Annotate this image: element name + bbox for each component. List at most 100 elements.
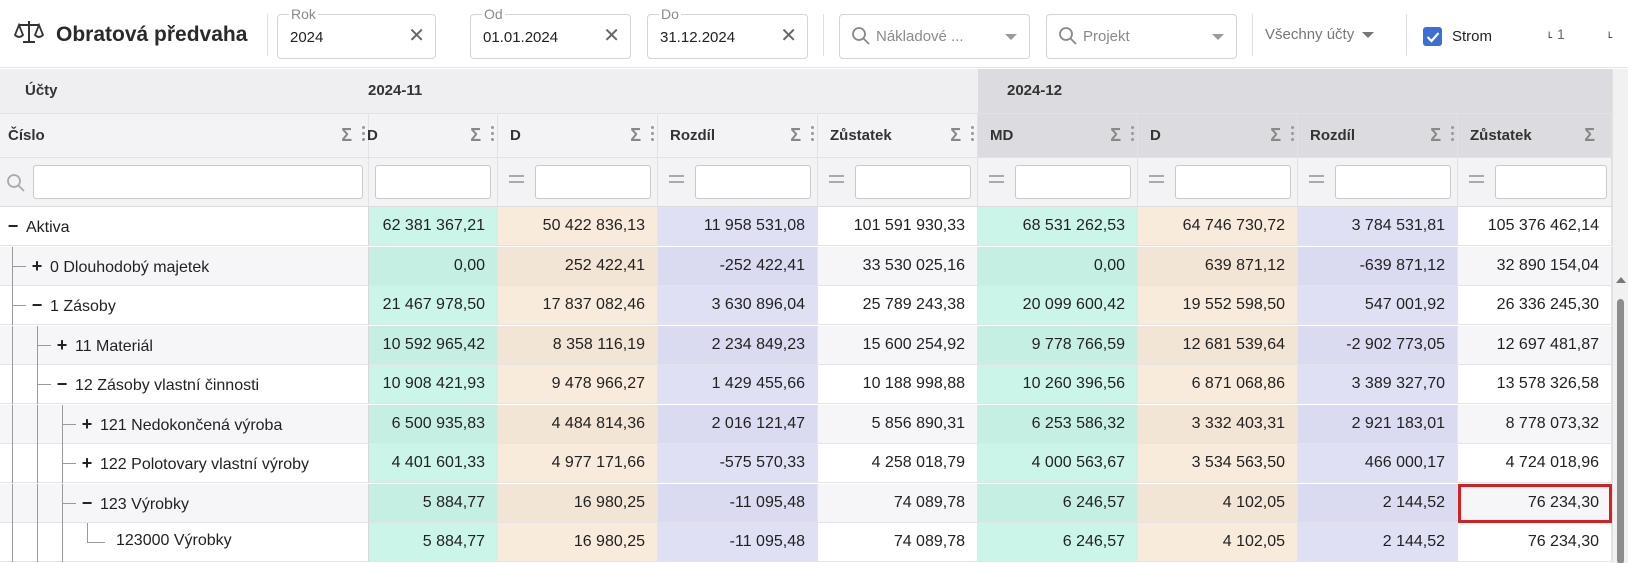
level-1-button[interactable]: ˪ 1	[1548, 25, 1565, 42]
sigma-icon[interactable]: Σ	[470, 125, 481, 146]
year-value[interactable]: 2024	[290, 29, 323, 46]
value-cell[interactable]: 12 697 481,87	[1458, 325, 1612, 365]
value-cell[interactable]: 466 000,17	[1298, 444, 1458, 483]
accounts-filter-select[interactable]: Všechny účty	[1265, 26, 1375, 43]
date-to-field[interactable]: Do 31.12.2024 ✕	[647, 6, 808, 59]
accounts-filter-value[interactable]: Všechny účty	[1265, 26, 1354, 43]
value-cell[interactable]: 12 681 539,64	[1138, 325, 1298, 365]
clear-year-icon[interactable]: ✕	[408, 26, 425, 46]
value-cell[interactable]: 6 246,57	[978, 523, 1138, 562]
value-cell[interactable]: 15 600 254,92	[818, 325, 978, 365]
date-to-value[interactable]: 31.12.2024	[660, 29, 735, 46]
value-cell[interactable]: -11 095,48	[658, 523, 818, 562]
collapse-icon[interactable]: −	[80, 493, 94, 514]
value-cell[interactable]: 6 500 935,83	[369, 404, 498, 444]
value-cell[interactable]: 3 534 563,50	[1138, 444, 1298, 483]
column-filter-input[interactable]	[1495, 165, 1607, 199]
account-filter-input[interactable]	[33, 165, 363, 199]
value-cell[interactable]: 4 258 018,79	[818, 444, 978, 483]
sigma-icon[interactable]: Σ	[1110, 125, 1121, 146]
value-cell[interactable]: 2 234 849,23	[658, 325, 818, 365]
column-filter-input[interactable]	[695, 165, 811, 199]
drag-handle-icon[interactable]	[1291, 126, 1295, 144]
drag-handle-icon[interactable]	[362, 126, 366, 144]
table-row[interactable]: +0 Dlouhodobý majetek 0,00 252 422,41 -252 …	[0, 246, 1612, 286]
value-cell[interactable]: 32 890 154,04	[1458, 246, 1612, 286]
value-cell[interactable]: -252 422,41	[658, 246, 818, 286]
expand-icon[interactable]: +	[80, 414, 94, 435]
value-cell[interactable]: 3 784 531,81	[1298, 207, 1458, 246]
value-cell[interactable]: 10 260 396,56	[978, 365, 1138, 404]
value-cell[interactable]: 2 144,52	[1298, 483, 1458, 523]
column-filter-input[interactable]	[1175, 165, 1291, 199]
column-header[interactable]: Zůstatek Σ	[818, 114, 978, 158]
value-cell[interactable]: 33 530 025,16	[818, 246, 978, 286]
value-cell[interactable]: 4 000 563,67	[978, 444, 1138, 483]
value-cell[interactable]: 3 332 403,31	[1138, 404, 1298, 444]
collapse-icon[interactable]: −	[30, 295, 44, 316]
column-header[interactable]: Zůstatek Σ	[1458, 114, 1612, 158]
column-header[interactable]: MD Σ	[978, 114, 1138, 158]
scroll-up-icon[interactable]	[1616, 277, 1626, 283]
project-select[interactable]: Projekt	[1046, 14, 1237, 59]
value-cell[interactable]: 3 630 896,04	[658, 286, 818, 325]
level-2-button[interactable]: ˪	[1608, 25, 1613, 42]
column-header[interactable]: D Σ	[498, 114, 658, 158]
value-cell[interactable]: 639 871,12	[1138, 246, 1298, 286]
value-cell[interactable]: 25 789 243,38	[818, 286, 978, 325]
value-cell[interactable]: 76 234,30	[1458, 523, 1612, 562]
equals-icon[interactable]	[1149, 175, 1164, 187]
value-cell[interactable]: 0,00	[369, 246, 498, 286]
value-cell[interactable]: 10 592 965,42	[369, 325, 498, 365]
value-cell[interactable]: 8 358 116,19	[498, 325, 658, 365]
value-cell[interactable]: 4 724 018,96	[1458, 444, 1612, 483]
collapse-icon[interactable]: −	[6, 216, 20, 237]
chevron-down-icon[interactable]	[1212, 34, 1224, 40]
drag-handle-icon[interactable]	[1131, 126, 1135, 144]
column-filter-input[interactable]	[1015, 165, 1131, 199]
table-row[interactable]: −1 Zásoby 21 467 978,50 17 837 082,46 3 630…	[0, 286, 1612, 325]
vertical-scrollbar[interactable]	[1617, 299, 1624, 563]
equals-icon[interactable]	[989, 175, 1004, 187]
column-header[interactable]: Číslo Σ	[0, 114, 369, 158]
sigma-icon[interactable]: Σ	[1430, 125, 1441, 146]
table-row[interactable]: −12 Zásoby vlastní činnosti 10 908 421,93…	[0, 365, 1612, 404]
account-name-cell[interactable]: +121 Nedokončená výroba	[0, 404, 369, 444]
value-cell[interactable]: 2 016 121,47	[658, 404, 818, 444]
value-cell[interactable]: 17 837 082,46	[498, 286, 658, 325]
value-cell[interactable]: 6 253 586,32	[978, 404, 1138, 444]
account-name-cell[interactable]: +122 Polotovary vlastní výroby	[0, 444, 369, 483]
value-cell[interactable]: 4 401 601,33	[369, 444, 498, 483]
drag-handle-icon[interactable]	[811, 126, 815, 144]
selected-value-cell[interactable]: 76 234,30	[1458, 483, 1612, 523]
table-row[interactable]: +121 Nedokončená výroba 6 500 935,83 4 484…	[0, 404, 1612, 444]
sigma-icon[interactable]: Σ	[630, 125, 641, 146]
value-cell[interactable]: 1 429 455,66	[658, 365, 818, 404]
chevron-down-icon[interactable]	[1362, 31, 1375, 38]
tree-toggle[interactable]: Strom	[1423, 27, 1492, 46]
column-filter-input[interactable]	[375, 165, 491, 199]
value-cell[interactable]: 62 381 367,21	[369, 207, 498, 246]
value-cell[interactable]: 5 856 890,31	[818, 404, 978, 444]
clear-date-to-icon[interactable]: ✕	[780, 26, 797, 46]
chevron-down-icon[interactable]	[1005, 34, 1017, 40]
value-cell[interactable]: 64 746 730,72	[1138, 207, 1298, 246]
sigma-icon[interactable]: Σ	[341, 125, 352, 146]
cost-center-select[interactable]: Nákladové ...	[839, 14, 1030, 59]
equals-icon[interactable]	[509, 175, 524, 187]
account-name-cell[interactable]: +11 Materiál	[0, 325, 369, 365]
table-row[interactable]: +122 Polotovary vlastní výroby 4 401 601,…	[0, 444, 1612, 483]
value-cell[interactable]: 16 980,25	[498, 523, 658, 562]
sigma-icon[interactable]: Σ	[1584, 125, 1595, 146]
value-cell[interactable]: 105 376 462,14	[1458, 207, 1612, 246]
column-header[interactable]: Rozdíl Σ	[1298, 114, 1458, 158]
column-filter-input[interactable]	[855, 165, 971, 199]
table-row[interactable]: 123000 Výrobky 5 884,77 16 980,25 -11 095,4…	[0, 523, 1612, 562]
value-cell[interactable]: -639 871,12	[1298, 246, 1458, 286]
value-cell[interactable]: 5 884,77	[369, 483, 498, 523]
value-cell[interactable]: 2 921 183,01	[1298, 404, 1458, 444]
equals-icon[interactable]	[1309, 175, 1324, 187]
value-cell[interactable]: -2 902 773,05	[1298, 325, 1458, 365]
year-field[interactable]: Rok 2024 ✕	[277, 6, 436, 59]
value-cell[interactable]: -11 095,48	[658, 483, 818, 523]
